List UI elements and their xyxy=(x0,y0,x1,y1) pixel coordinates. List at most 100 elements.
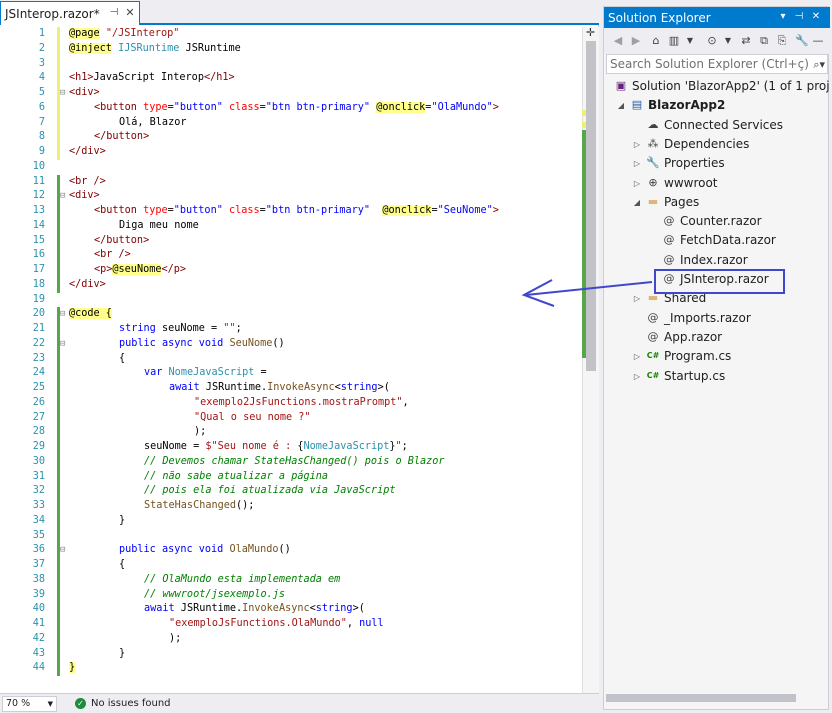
close-icon[interactable]: ✕ xyxy=(124,7,136,19)
fold-toggle-icon[interactable]: ⊟ xyxy=(60,86,69,100)
fold-toggle-icon[interactable]: ⊟ xyxy=(60,189,69,203)
code-line[interactable]: 28); xyxy=(0,425,582,439)
code-line[interactable]: 3 xyxy=(0,57,582,71)
code-line[interactable]: 18 </div> xyxy=(0,278,582,292)
code-line[interactable]: 10 xyxy=(0,160,582,174)
collapsed-arrow-icon[interactable]: ▷ xyxy=(632,135,642,154)
horizontal-scrollbar[interactable] xyxy=(606,694,796,702)
code-text-area[interactable]: 1 @page "/JSInterop" 2 @inject IJSRuntime J… xyxy=(0,27,582,693)
tree-node[interactable]: ▣ Solution 'BlazorApp2' (1 of 1 proj xyxy=(604,77,830,96)
preview-icon[interactable]: — xyxy=(810,33,826,49)
code-line[interactable]: 22 public async void SeuNome() xyxy=(0,337,582,351)
code-line[interactable]: 2 @inject IJSRuntime JSRuntime xyxy=(0,42,582,56)
tree-node[interactable]: ▷ C# Startup.cs xyxy=(604,367,830,386)
tree-node[interactable]: @ _Imports.razor xyxy=(604,309,830,328)
code-line[interactable]: 8 </button> xyxy=(0,130,582,144)
expanded-arrow-icon[interactable]: ◢ xyxy=(616,96,626,115)
tree-node[interactable]: @ App.razor xyxy=(604,328,830,347)
pin-icon[interactable]: ⊣ xyxy=(792,9,806,25)
code-line[interactable]: 44} xyxy=(0,661,582,675)
fold-toggle-icon[interactable]: ⊟ xyxy=(60,307,69,321)
code-line[interactable]: 21 string seuNome = ""; xyxy=(0,322,582,336)
issues-indicator[interactable]: ✓ No issues found xyxy=(75,698,171,709)
sync-icon[interactable]: ⇄ xyxy=(738,33,754,49)
code-line[interactable]: 30 // Devemos chamar StateHasChanged() po… xyxy=(0,455,582,469)
code-line[interactable]: 14 Diga meu nome xyxy=(0,219,582,233)
code-line[interactable]: 40 await JSRuntime.InvokeAsync<string>( xyxy=(0,602,582,616)
pin-icon[interactable]: ⊣ xyxy=(108,7,120,19)
code-line[interactable]: 1 @page "/JSInterop" xyxy=(0,27,582,41)
fold-toggle-icon[interactable]: ⊟ xyxy=(60,337,69,351)
code-line[interactable]: 26 "exemplo2JsFunctions.mostraPrompt", xyxy=(0,396,582,410)
code-line[interactable]: 37 { xyxy=(0,558,582,572)
code-line[interactable]: 15 </button> xyxy=(0,234,582,248)
code-line[interactable]: 12 <div> xyxy=(0,189,582,203)
tree-node[interactable]: ☁ Connected Services xyxy=(604,116,830,135)
code-line[interactable]: 34} xyxy=(0,514,582,528)
code-line[interactable]: 24 var NomeJavaScript = xyxy=(0,366,582,380)
code-line[interactable]: 31 // não sabe atualizar a página xyxy=(0,470,582,484)
search-icon[interactable]: ⌕▾ xyxy=(810,56,825,73)
properties-icon[interactable]: 🔧 xyxy=(794,33,810,49)
collapsed-arrow-icon[interactable]: ▷ xyxy=(632,154,642,173)
switch-views-icon[interactable]: ▥ xyxy=(666,33,682,49)
code-line[interactable]: 9 </div> xyxy=(0,145,582,159)
close-icon[interactable]: ✕ xyxy=(809,9,823,25)
code-line[interactable]: 7 Olá, Blazor xyxy=(0,116,582,130)
document-tab[interactable]: JSInterop.razor* ⊣ ✕ xyxy=(0,1,140,25)
code-line[interactable]: 20 @code { xyxy=(0,307,582,321)
search-input[interactable]: Search Solution Explorer (Ctrl+ç) ⌕▾ xyxy=(606,54,828,74)
expanded-arrow-icon[interactable]: ◢ xyxy=(632,193,642,212)
window-position-icon[interactable]: ▾ xyxy=(776,9,790,25)
code-line[interactable]: 33 StateHasChanged(); xyxy=(0,499,582,513)
code-line[interactable]: 39 // wwwroot/jsexemplo.js xyxy=(0,588,582,602)
code-line[interactable]: 5 <div> xyxy=(0,86,582,100)
forward-icon[interactable]: ▶ xyxy=(628,33,644,49)
code-line[interactable]: 17 <p>@seuNome</p> xyxy=(0,263,582,277)
code-token: > xyxy=(492,205,499,216)
code-line[interactable]: 29 seuNome = $"Seu nome é : {NomeJavaScri… xyxy=(0,440,582,454)
tree-node[interactable]: @ FetchData.razor xyxy=(604,231,830,250)
tree-node[interactable]: @ Index.razor xyxy=(604,251,830,270)
code-line[interactable]: 35 xyxy=(0,529,582,543)
tree-node[interactable]: ▷ 🔧 Properties xyxy=(604,154,830,173)
chevron-down-icon[interactable]: ▼ xyxy=(682,33,698,49)
code-line[interactable]: 13 <button type="button" class="btn btn-p… xyxy=(0,204,582,218)
collapse-all-icon[interactable]: ⧉ xyxy=(756,33,772,49)
home-icon[interactable]: ⌂ xyxy=(648,33,664,49)
tree-node[interactable]: ◢ ▤ BlazorApp2 xyxy=(604,96,830,115)
code-line[interactable]: 38 // OlaMundo esta implementada em xyxy=(0,573,582,587)
pending-changes-filter-icon[interactable]: ⊙ xyxy=(704,33,720,49)
code-line[interactable]: 32 // pois ela foi atualizada via JavaScr… xyxy=(0,484,582,498)
code-line[interactable]: 19 xyxy=(0,293,582,307)
show-all-files-icon[interactable]: ⎘ xyxy=(774,33,790,49)
code-line[interactable]: 6 <button type="button" class="btn btn-pr… xyxy=(0,101,582,115)
code-line[interactable]: 4 <h1>JavaScript Interop</h1> xyxy=(0,71,582,85)
split-window-icon[interactable]: ✛ xyxy=(583,27,598,39)
code-line[interactable]: 11 <br /> xyxy=(0,175,582,189)
code-line[interactable]: 27 "Qual o seu nome ?" xyxy=(0,411,582,425)
code-editor[interactable]: JSInterop.razor* ⊣ ✕ 1 @page "/JSInterop"… xyxy=(0,0,599,713)
code-line[interactable]: 41 "exemploJsFunctions.OlaMundo", null xyxy=(0,617,582,631)
code-line[interactable]: 25 await JSRuntime.InvokeAsync<string>( xyxy=(0,381,582,395)
code-line[interactable]: 42); xyxy=(0,632,582,646)
collapsed-arrow-icon[interactable]: ▷ xyxy=(632,367,642,386)
collapsed-arrow-icon[interactable]: ▷ xyxy=(632,174,642,193)
collapsed-arrow-icon[interactable]: ▷ xyxy=(632,347,642,366)
chevron-down-icon[interactable]: ▼ xyxy=(720,33,736,49)
tree-node[interactable]: ▷ ⁂ Dependencies xyxy=(604,135,830,154)
back-icon[interactable]: ◀ xyxy=(610,33,626,49)
code-line[interactable]: 16 <br /> xyxy=(0,248,582,262)
scrollbar-thumb[interactable] xyxy=(586,41,596,371)
tree-node[interactable]: ▷ ⊕ wwwroot xyxy=(604,174,830,193)
code-line[interactable]: 43} xyxy=(0,647,582,661)
fold-toggle-icon[interactable]: ⊟ xyxy=(60,543,69,557)
code-line[interactable]: 36 public async void OlaMundo() xyxy=(0,543,582,557)
code-line[interactable]: 23 { xyxy=(0,352,582,366)
collapsed-arrow-icon[interactable]: ▷ xyxy=(632,289,642,308)
tree-node[interactable]: @ Counter.razor xyxy=(604,212,830,231)
tree-node[interactable]: ▷ C# Program.cs xyxy=(604,347,830,366)
tree-node[interactable]: ◢ ▬ Pages xyxy=(604,193,830,212)
csharp-file-icon: C# xyxy=(646,351,660,361)
zoom-dropdown[interactable]: 70 % ▼ xyxy=(2,695,57,712)
